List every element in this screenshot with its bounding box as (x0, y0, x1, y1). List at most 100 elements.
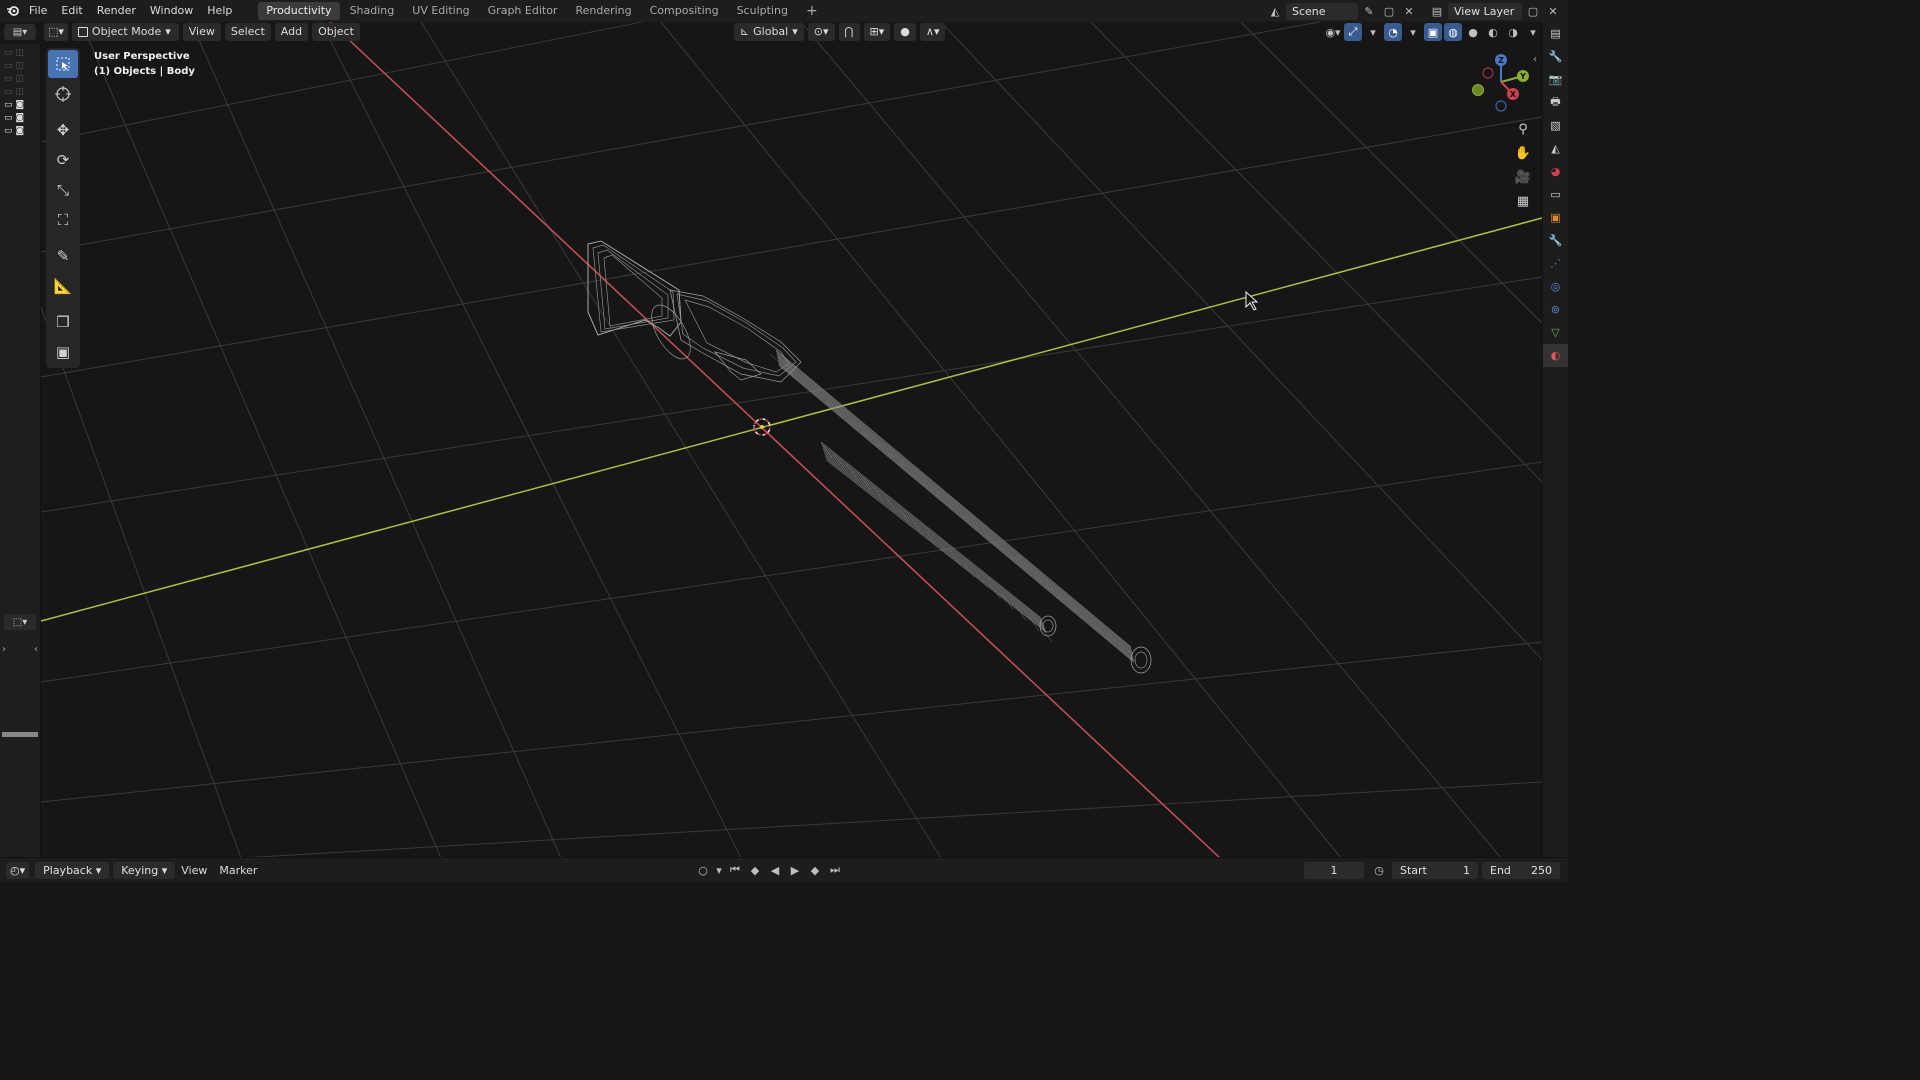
outliner-editor-type-button[interactable]: ▤▾ (4, 24, 36, 40)
move-tool[interactable]: ✥ (48, 116, 78, 144)
add-workspace-button[interactable]: + (798, 2, 826, 20)
particles-properties-icon[interactable]: ⋰ (1543, 252, 1568, 275)
gizmo-neg-y[interactable] (1472, 84, 1484, 96)
add-cube-tool[interactable]: ❒ (48, 308, 78, 336)
wireframe-shading-icon[interactable]: ◍ (1444, 23, 1462, 41)
menu-file[interactable]: File (22, 0, 54, 22)
keying-dropdown-icon[interactable]: ▾ (714, 861, 724, 879)
pan-button[interactable]: ✋ (1512, 142, 1534, 164)
wireframe-shotgun-model[interactable] (587, 240, 1152, 674)
view-layer-properties-icon[interactable]: ▧ (1543, 114, 1568, 137)
menu-edit[interactable]: Edit (54, 0, 89, 22)
mode-dropdown[interactable]: Object Mode ▾ (71, 23, 179, 41)
world-properties-icon[interactable]: ◕ (1543, 160, 1568, 183)
snap-toggle[interactable]: ⋂ (838, 23, 860, 41)
3d-viewport[interactable] (41, 22, 1542, 858)
rendered-shading-icon[interactable]: ◑ (1504, 23, 1522, 41)
camera-visibility-icon[interactable]: ▭ ◙ (4, 126, 40, 136)
physics-properties-icon[interactable]: ◎ (1543, 275, 1568, 298)
cursor-tool[interactable] (48, 80, 78, 108)
timeline-editor-type-button[interactable]: ◴▾ (6, 861, 30, 879)
editor-type-button-lower[interactable]: ⬚▾ (4, 614, 36, 630)
viewport-canvas[interactable] (41, 22, 1542, 858)
material-properties-icon[interactable]: ◐ (1543, 344, 1568, 367)
properties-editor-type-icon[interactable]: ▤ (1543, 22, 1568, 45)
collection-properties-icon[interactable]: ▭ (1543, 183, 1568, 206)
add-cube-alt-tool[interactable]: ▣ (48, 338, 78, 366)
pivot-point-button[interactable]: ⊙▾ (807, 23, 835, 41)
modifier-properties-icon[interactable]: 🔧 (1543, 229, 1568, 252)
material-shading-icon[interactable]: ◐ (1484, 23, 1502, 41)
scene-properties-icon[interactable]: ◭ (1543, 137, 1568, 160)
scene-icon[interactable]: ◭ (1266, 2, 1284, 20)
menu-render[interactable]: Render (90, 0, 143, 22)
xray-toggle-icon[interactable]: ▣ (1424, 23, 1442, 41)
proportional-edit-toggle[interactable]: ● (894, 23, 916, 41)
tool-properties-icon[interactable]: 🔧 (1543, 45, 1568, 68)
tab-compositing[interactable]: Compositing (642, 2, 727, 20)
play-reverse-icon[interactable]: ◀ (766, 861, 784, 879)
chevron-left-icon[interactable]: ‹ (34, 644, 38, 655)
timeline-view-menu[interactable]: View (175, 864, 213, 877)
constraints-properties-icon[interactable]: ⊚ (1543, 298, 1568, 321)
data-properties-icon[interactable]: ▽ (1543, 321, 1568, 344)
menu-view[interactable]: View (182, 23, 221, 41)
camera-view-button[interactable]: 🎥 (1512, 166, 1534, 188)
hide-viewport-icon[interactable]: ▭ ◫ (4, 48, 40, 58)
hide-viewport-icon[interactable]: ▭ ◫ (4, 61, 40, 71)
jump-start-icon[interactable]: ⏮ (726, 861, 744, 879)
jump-end-icon[interactable]: ⏭ (826, 861, 844, 879)
gizmo-dropdown-icon[interactable]: ▾ (1364, 23, 1382, 41)
zoom-button[interactable]: ⚲ (1512, 118, 1534, 140)
render-properties-icon[interactable]: 📷 (1543, 68, 1568, 91)
menu-select[interactable]: Select (224, 23, 271, 41)
shading-dropdown-icon[interactable]: ▾ (1524, 23, 1542, 41)
start-frame-field[interactable]: Start 1 (1392, 861, 1478, 879)
new-scene-icon[interactable]: ▢ (1380, 2, 1398, 20)
gizmo-toggle-icon[interactable]: ⤢ (1344, 23, 1362, 41)
menu-help[interactable]: Help (200, 0, 239, 22)
annotate-tool[interactable]: ✎ (48, 242, 78, 270)
gizmo-neg-x[interactable] (1482, 67, 1494, 79)
solid-shading-icon[interactable]: ● (1464, 23, 1482, 41)
hide-viewport-icon[interactable]: ▭ ◫ (4, 74, 40, 84)
blender-logo-icon[interactable] (4, 2, 22, 20)
prev-keyframe-icon[interactable]: ◆ (746, 861, 764, 879)
menu-object[interactable]: Object (312, 23, 360, 41)
visibility-icon[interactable]: ◉▾ (1324, 23, 1342, 41)
end-frame-field[interactable]: End 250 (1482, 861, 1560, 879)
tab-uv-editing[interactable]: UV Editing (404, 2, 477, 20)
transform-tool[interactable]: ⛶ (48, 206, 78, 234)
view-layer-icon[interactable]: ▤ (1428, 2, 1446, 20)
scale-tool[interactable]: ⤡ (48, 176, 78, 204)
ortho-toggle-button[interactable]: ▦ (1512, 190, 1534, 212)
rotate-tool[interactable]: ⟳ (48, 146, 78, 174)
keying-menu[interactable]: Keying ▾ (113, 861, 176, 879)
editor-type-button[interactable]: ⬚▾ (44, 23, 68, 41)
sidebar-toggle-icon[interactable]: ‹ (1533, 54, 1537, 65)
output-properties-icon[interactable]: 🖶 (1543, 91, 1568, 114)
current-frame-field[interactable]: 1 (1304, 861, 1364, 879)
menu-add[interactable]: Add (274, 23, 309, 41)
chevron-right-icon[interactable]: › (2, 644, 6, 655)
gizmo-neg-z[interactable] (1495, 100, 1507, 112)
object-properties-icon[interactable]: ▣ (1543, 206, 1568, 229)
delete-view-layer-icon[interactable]: ✕ (1544, 2, 1562, 20)
tab-sculpting[interactable]: Sculpting (729, 2, 796, 20)
measure-tool[interactable]: 📐 (48, 272, 78, 300)
play-icon[interactable]: ▶ (786, 861, 804, 879)
select-box-tool[interactable] (48, 50, 78, 78)
tab-productivity[interactable]: Productivity (258, 2, 340, 20)
navigation-gizmo[interactable]: Z Y X (1466, 54, 1536, 118)
delete-scene-icon[interactable]: ✕ (1400, 2, 1418, 20)
panel-expand-arrows[interactable]: › ‹ (0, 644, 40, 655)
view-layer-field[interactable]: View Layer (1448, 2, 1522, 20)
camera-visibility-icon[interactable]: ▭ ◙ (4, 113, 40, 123)
tab-shading[interactable]: Shading (342, 2, 403, 20)
falloff-button[interactable]: ∧▾ (919, 23, 946, 41)
menu-window[interactable]: Window (143, 0, 200, 22)
overlays-dropdown-icon[interactable]: ▾ (1404, 23, 1422, 41)
pin-icon[interactable]: ✎ (1360, 2, 1378, 20)
overlays-toggle-icon[interactable]: ◔ (1384, 23, 1402, 41)
tab-graph-editor[interactable]: Graph Editor (480, 2, 566, 20)
